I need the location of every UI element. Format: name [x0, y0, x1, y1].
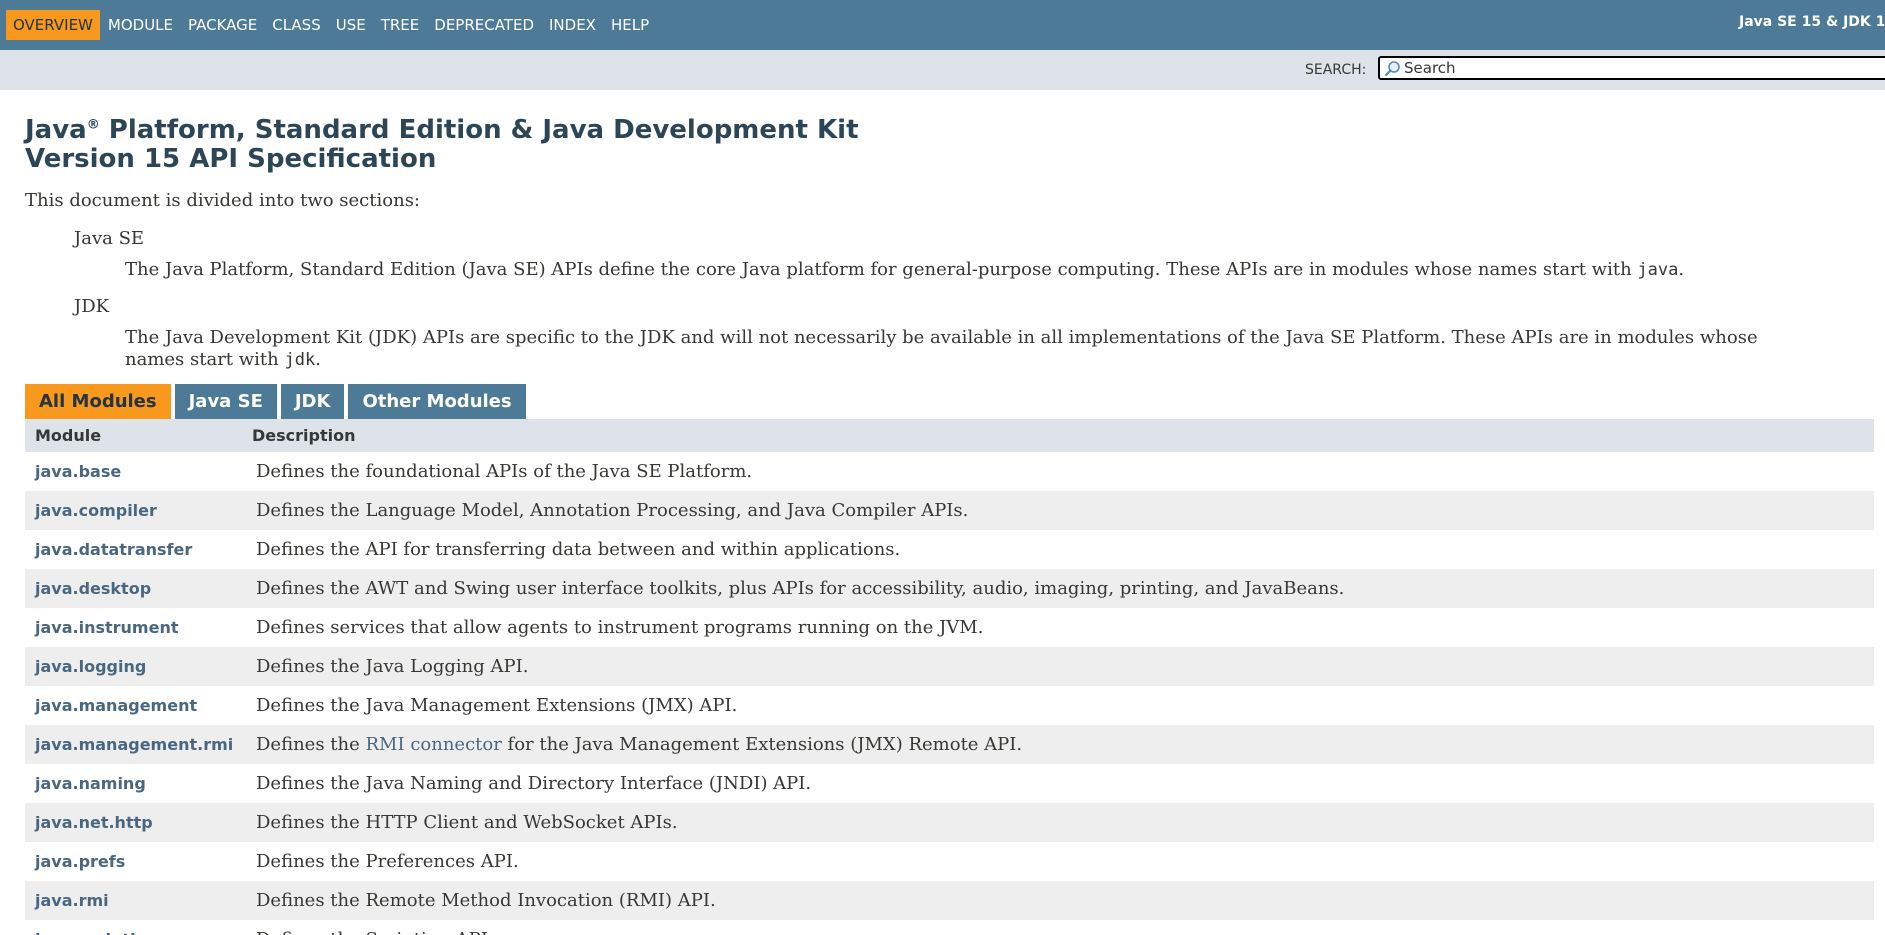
module-link[interactable]: java.desktop: [25, 579, 256, 598]
section-term-jdk: JDK: [74, 296, 110, 317]
module-description: Defines the HTTP Client and WebSocket AP…: [256, 812, 678, 833]
module-link[interactable]: java.prefs: [25, 852, 256, 871]
section-desc-end: .: [1678, 259, 1685, 280]
description-text: for the Java Management Extensions (JMX)…: [501, 734, 1023, 755]
search-input[interactable]: [1404, 58, 1884, 78]
section-desc-code: jdk: [284, 350, 316, 370]
nav-item-use[interactable]: USE: [329, 10, 373, 40]
registered-mark: ®: [86, 117, 100, 133]
tab-jdk[interactable]: JDK: [280, 384, 345, 420]
module-description: Defines the Java Logging API.: [256, 656, 529, 677]
table-row: java.naming Defines the Java Naming and D…: [25, 764, 1874, 803]
table-row: java.rmi Defines the Remote Method Invoca…: [25, 881, 1874, 920]
table-row: java.management Defines the Java Manageme…: [25, 686, 1874, 725]
column-header-module: Module: [35, 426, 102, 445]
table-body: java.base Defines the foundational APIs o…: [25, 452, 1874, 935]
section-desc-text: The Java Platform, Standard Edition (Jav…: [125, 259, 1638, 280]
search-label: SEARCH:: [1305, 62, 1367, 78]
title-rest: Platform, Standard Edition & Java Develo…: [99, 115, 859, 145]
nav-item-help[interactable]: HELP: [604, 10, 656, 40]
nav-item-index[interactable]: INDEX: [542, 10, 603, 40]
nav-item-class[interactable]: CLASS: [265, 10, 327, 40]
table-row: java.desktop Defines the AWT and Swing us…: [25, 569, 1874, 608]
magnifier-icon: [1384, 61, 1400, 77]
top-navigation-bar: OVERVIEW MODULE PACKAGE CLASS USE TREE DEPRECA…: [0, 0, 1885, 50]
section-term-java-se: Java SE: [74, 228, 145, 249]
module-description: Defines the Language Model, Annotation P…: [256, 500, 969, 521]
nav-list: OVERVIEW MODULE PACKAGE CLASS USE TREE DEPRECA…: [0, 0, 657, 50]
table-row: java.scriptingDefines the Scripting API.: [25, 920, 1874, 935]
section-desc-end: .: [315, 349, 321, 370]
rmi-connector-link[interactable]: RMI connector: [366, 734, 502, 755]
table-row: java.instrument Defines services that all…: [25, 608, 1874, 647]
module-link[interactable]: java.scripting: [25, 930, 256, 935]
module-link[interactable]: java.logging: [25, 657, 256, 676]
table-row: java.management.rmi Defines the RMI conne…: [25, 725, 1874, 764]
nav-item-package[interactable]: PACKAGE: [181, 10, 264, 40]
description-text: Defines the: [256, 734, 366, 755]
module-description: Defines the Scripting API.: [256, 929, 494, 935]
module-description: Defines services that allow agents to in…: [256, 617, 984, 638]
sub-navigation-bar: SEARCH:: [0, 50, 1885, 90]
page-title: Java® Platform, Standard Edition & Java …: [25, 116, 859, 174]
table-row: java.base Defines the foundational APIs o…: [25, 452, 1874, 491]
table-row: java.prefs Defines the Preferences API.: [25, 842, 1874, 881]
module-link[interactable]: java.management: [25, 696, 256, 715]
tab-other-modules[interactable]: Other Modules: [348, 384, 526, 420]
module-link[interactable]: java.rmi: [25, 891, 256, 910]
module-description: Defines the Java Naming and Directory In…: [256, 773, 812, 794]
module-description: Defines the Java Management Extensions (…: [256, 695, 738, 716]
nav-item-deprecated[interactable]: DEPRECATED: [427, 10, 541, 40]
module-link[interactable]: java.management.rmi: [25, 735, 256, 754]
section-desc-code: java: [1637, 260, 1679, 280]
column-header-description: Description: [252, 426, 356, 445]
section-definitions: Java SE The Java Platform, Standard Edit…: [74, 225, 1794, 383]
tab-all-modules[interactable]: All Modules: [25, 384, 171, 420]
nav-item-tree[interactable]: TREE: [374, 10, 427, 40]
nav-item-module[interactable]: MODULE: [101, 10, 180, 40]
table-header: Module Description: [25, 419, 1874, 452]
title-version: Version 15 API Specification: [25, 144, 437, 174]
page-header: Java® Platform, Standard Edition & Java …: [25, 116, 859, 174]
module-description: Defines the API for transferring data be…: [256, 539, 901, 560]
module-description: Defines the AWT and Swing user interface…: [256, 578, 1345, 599]
section-desc-java-se: The Java Platform, Standard Edition (Jav…: [125, 259, 1794, 281]
module-description: Defines the foundational APIs of the Jav…: [256, 461, 753, 482]
module-link[interactable]: java.net.http: [25, 813, 256, 832]
table-row: java.logging Defines the Java Logging API…: [25, 647, 1874, 686]
module-link[interactable]: java.compiler: [25, 501, 256, 520]
search-box[interactable]: [1378, 56, 1885, 80]
module-description: Defines the Remote Method Invocation (RM…: [256, 890, 716, 911]
title-java: Java: [25, 115, 87, 145]
module-summary-table: Module Description java.base Defines the …: [25, 419, 1874, 935]
tab-java-se[interactable]: Java SE: [174, 384, 277, 420]
nav-item-overview[interactable]: OVERVIEW: [6, 10, 100, 40]
table-row: java.datatransfer Defines the API for tra…: [25, 530, 1874, 569]
module-description: Defines the Preferences API.: [256, 851, 519, 872]
module-description: Defines the RMI connector for the Java M…: [256, 734, 1022, 755]
module-tabs: All Modules Java SE JDK Other Modules: [25, 384, 530, 420]
intro-text: This document is divided into two sectio…: [25, 190, 420, 211]
module-link[interactable]: java.datatransfer: [25, 540, 256, 559]
module-link[interactable]: java.instrument: [25, 618, 256, 637]
module-link[interactable]: java.naming: [25, 774, 256, 793]
section-desc-text: The Java Development Kit (JDK) APIs are …: [125, 327, 1758, 370]
about-label: Java SE 15 & JDK 1: [1739, 14, 1885, 30]
module-link[interactable]: java.base: [25, 462, 256, 481]
table-row: java.net.http Defines the HTTP Client and…: [25, 803, 1874, 842]
section-desc-jdk: The Java Development Kit (JDK) APIs are …: [125, 327, 1794, 371]
table-row: java.compiler Defines the Language Model,…: [25, 491, 1874, 530]
